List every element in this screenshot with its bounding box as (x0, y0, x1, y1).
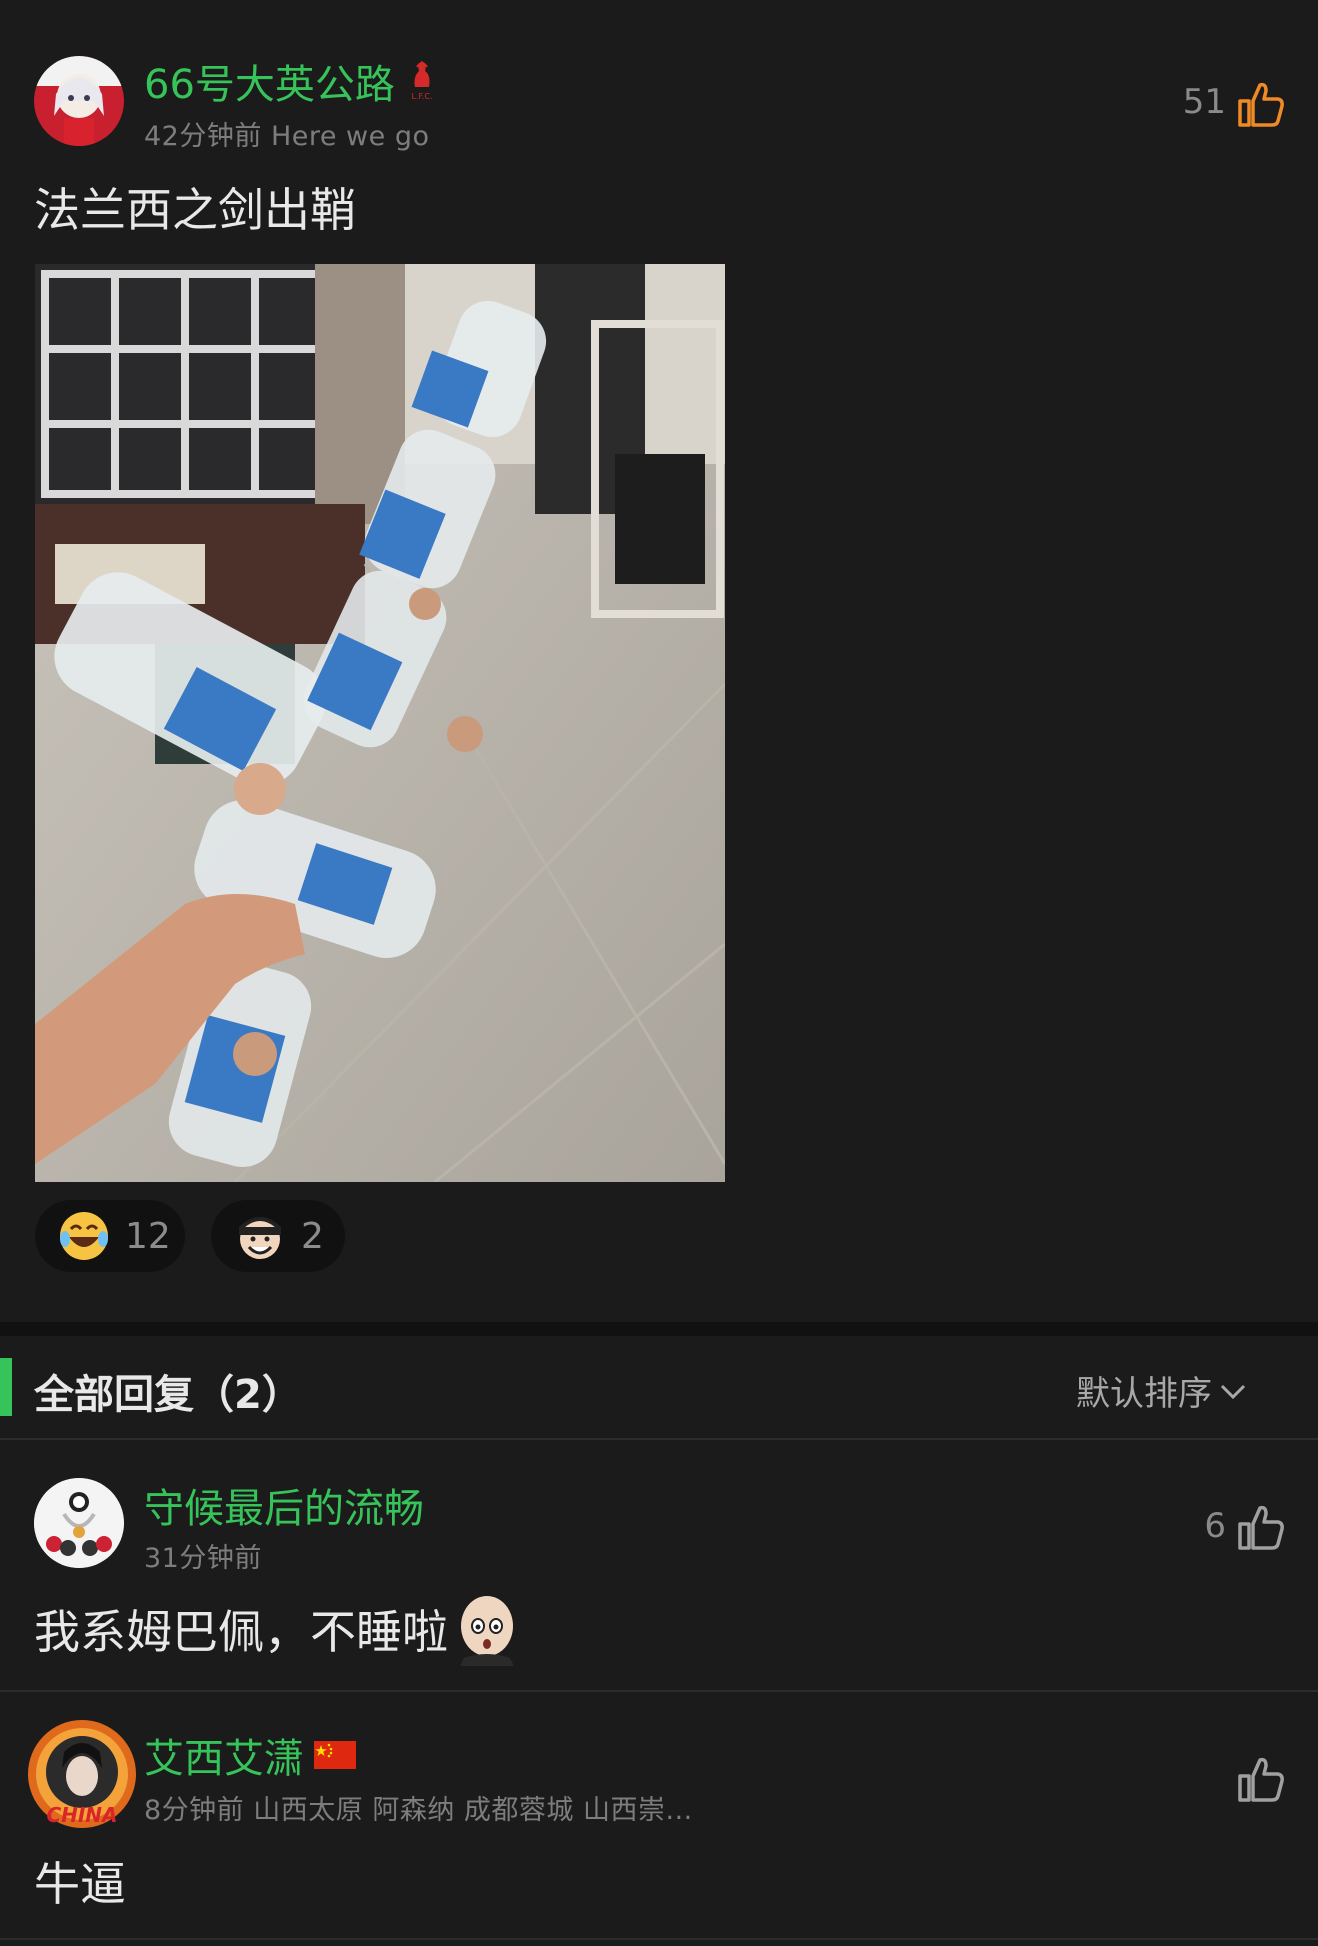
reply-author-avatar[interactable]: CHINA (26, 1718, 138, 1830)
thumbs-up-icon (1238, 82, 1284, 127)
sort-dropdown[interactable]: 默认排序 (1076, 1366, 1248, 1415)
section-separator (0, 1322, 1318, 1336)
reply-author-name[interactable]: 守候最后的流畅 (144, 1476, 424, 1534)
post-text: 法兰西之剑出鞘 (34, 183, 356, 237)
chevron-down-icon (1220, 1384, 1246, 1399)
section-accent-bar (0, 1358, 12, 1416)
reply-author-row: 艾西艾潇 (144, 1726, 356, 1784)
reaction-count: 12 (125, 1215, 171, 1257)
replies-title: 全部回复（2） (34, 1372, 302, 1418)
reply-like-button[interactable] (1236, 1502, 1286, 1556)
reply-meta: 8分钟前 山西太原 阿森纳 成都蓉城 山西崇... (144, 1795, 693, 1826)
sort-label: 默认排序 (1076, 1374, 1212, 1414)
reply-text: 牛逼 (34, 1857, 126, 1911)
reply-author-name[interactable]: 艾西艾潇 (144, 1726, 304, 1784)
reply-like-count: 6 (1204, 1506, 1226, 1546)
svg-text:L.F.C.: L.F.C. (411, 92, 432, 101)
post-author-row: 66号大英公路 L.F.C. (144, 52, 437, 110)
liverpool-badge-icon: L.F.C. (407, 57, 437, 105)
reply-content-row: 我系姆巴佩，不睡啦 (34, 1592, 524, 1666)
reaction-chip-sticker[interactable]: 2 (211, 1200, 345, 1272)
reaction-count: 2 (301, 1215, 324, 1257)
divider (0, 1938, 1318, 1940)
china-flag-icon (314, 1741, 356, 1769)
reply-meta: 31分钟前 (144, 1543, 262, 1574)
divider (0, 1690, 1318, 1692)
divider (0, 1438, 1318, 1440)
post-author-name[interactable]: 66号大英公路 (144, 52, 395, 110)
water-bottles-photo (35, 264, 725, 1182)
reply-like-button[interactable] (1236, 1754, 1286, 1808)
bald-man-sticker-icon (460, 1596, 514, 1666)
post-image[interactable] (35, 264, 725, 1182)
post-author-avatar[interactable] (34, 56, 124, 146)
post-meta: 42分钟前 Here we go (144, 121, 430, 152)
reply-author-avatar[interactable] (34, 1478, 124, 1568)
cartoon-face-sticker-icon (239, 1217, 281, 1259)
reply-text: 我系姆巴佩，不睡啦 (34, 1605, 448, 1659)
reaction-chip-laugh[interactable]: 12 (35, 1200, 185, 1272)
svg-text:CHINA: CHINA (46, 1803, 117, 1827)
thumbs-up-icon (1238, 1757, 1284, 1802)
thumbs-up-icon (1238, 1505, 1284, 1550)
post-like-count: 51 (1182, 82, 1226, 122)
laughing-tears-emoji-icon (60, 1212, 108, 1260)
post-like-button[interactable] (1236, 79, 1286, 133)
